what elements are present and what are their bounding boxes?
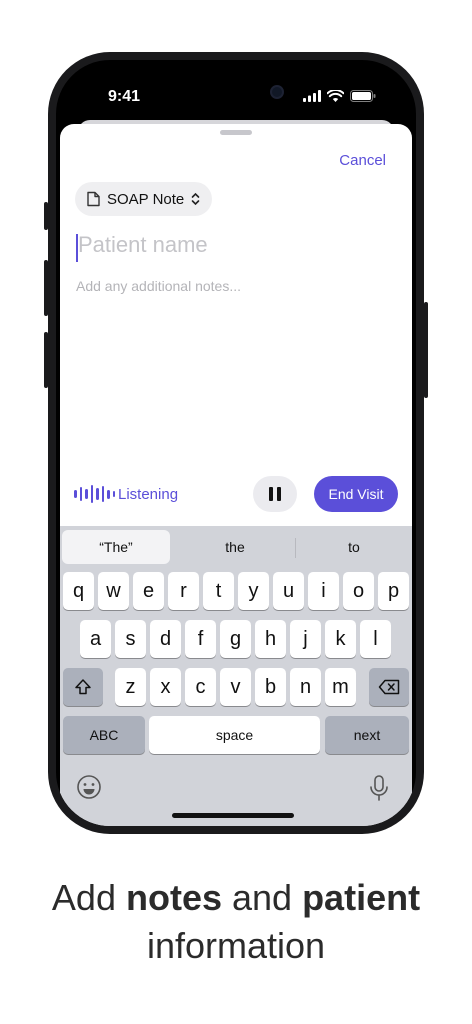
sheet-grabber[interactable] — [220, 130, 252, 135]
screen: 9:41 Cancel SOAP Note Patient name Add a… — [56, 60, 416, 826]
marketing-caption: Add notes and patient information — [0, 874, 472, 970]
end-visit-button[interactable]: End Visit — [314, 476, 398, 512]
key-n[interactable]: n — [290, 668, 321, 706]
suggestion-2[interactable]: the — [178, 530, 292, 564]
document-icon — [87, 191, 100, 207]
key-h[interactable]: h — [255, 620, 286, 658]
new-visit-sheet: Cancel SOAP Note Patient name Add any ad… — [60, 124, 412, 826]
cancel-button[interactable]: Cancel — [339, 152, 386, 169]
key-p[interactable]: p — [378, 572, 409, 610]
abc-key[interactable]: ABC — [63, 716, 145, 754]
key-i[interactable]: i — [308, 572, 339, 610]
key-x[interactable]: x — [150, 668, 181, 706]
key-k[interactable]: k — [325, 620, 356, 658]
wifi-icon — [327, 90, 344, 102]
dictation-button[interactable] — [368, 774, 390, 807]
delete-key[interactable] — [369, 668, 409, 706]
key-r[interactable]: r — [168, 572, 199, 610]
phone-frame: 9:41 Cancel SOAP Note Patient name Add a… — [44, 52, 428, 834]
battery-icon — [350, 90, 376, 102]
key-w[interactable]: w — [98, 572, 129, 610]
key-g[interactable]: g — [220, 620, 251, 658]
key-y[interactable]: y — [238, 572, 269, 610]
suggestion-divider — [295, 538, 296, 558]
emoji-icon — [77, 775, 101, 799]
chevron-up-down-icon — [191, 192, 200, 206]
shift-icon — [75, 679, 91, 695]
key-j[interactable]: j — [290, 620, 321, 658]
status-time: 9:41 — [108, 88, 141, 105]
backspace-icon — [378, 679, 400, 695]
caption-line-2: information — [146, 925, 326, 966]
caption-bold-1: notes — [125, 877, 222, 918]
suggestion-3[interactable]: to — [298, 530, 410, 564]
power-button — [424, 302, 428, 398]
status-icons — [303, 90, 376, 102]
key-l[interactable]: l — [360, 620, 391, 658]
key-m[interactable]: m — [325, 668, 356, 706]
volume-up-button — [44, 260, 48, 316]
key-q[interactable]: q — [63, 572, 94, 610]
key-t[interactable]: t — [203, 572, 234, 610]
cellular-signal-icon — [303, 90, 321, 102]
template-selector[interactable]: SOAP Note — [75, 182, 213, 216]
shift-key[interactable] — [63, 668, 103, 706]
home-indicator[interactable] — [172, 813, 294, 818]
key-b[interactable]: b — [255, 668, 286, 706]
status-bar: 9:41 — [56, 60, 416, 122]
key-e[interactable]: e — [133, 572, 164, 610]
next-key[interactable]: next — [325, 716, 409, 754]
keyboard: “The” the to q w e r t y u i o p a s d f — [60, 526, 412, 826]
patient-name-input[interactable]: Patient name — [78, 232, 208, 258]
key-d[interactable]: d — [150, 620, 181, 658]
mute-switch — [44, 202, 48, 230]
caption-text-1: Add — [51, 877, 126, 918]
key-c[interactable]: c — [185, 668, 216, 706]
space-key[interactable]: space — [149, 716, 320, 754]
key-f[interactable]: f — [185, 620, 216, 658]
pause-icon — [269, 487, 273, 501]
listening-status: Listening — [118, 486, 179, 503]
template-label: SOAP Note — [107, 190, 185, 208]
suggestion-1[interactable]: “The” — [62, 530, 170, 564]
key-a[interactable]: a — [80, 620, 111, 658]
volume-down-button — [44, 332, 48, 388]
pause-icon-bar — [277, 487, 281, 501]
camera-icon — [270, 85, 284, 99]
waveform-icon — [74, 484, 115, 504]
key-z[interactable]: z — [115, 668, 146, 706]
caption-text-2: and — [221, 877, 303, 918]
emoji-button[interactable] — [76, 774, 102, 805]
caption-line-1: Add notes and patient — [0, 874, 472, 922]
pause-button[interactable] — [253, 476, 297, 512]
microphone-icon — [370, 775, 388, 801]
key-u[interactable]: u — [273, 572, 304, 610]
key-o[interactable]: o — [343, 572, 374, 610]
caption-bold-2: patient — [302, 877, 421, 918]
key-s[interactable]: s — [115, 620, 146, 658]
key-v[interactable]: v — [220, 668, 251, 706]
additional-notes-input[interactable]: Add any additional notes... — [76, 278, 241, 294]
